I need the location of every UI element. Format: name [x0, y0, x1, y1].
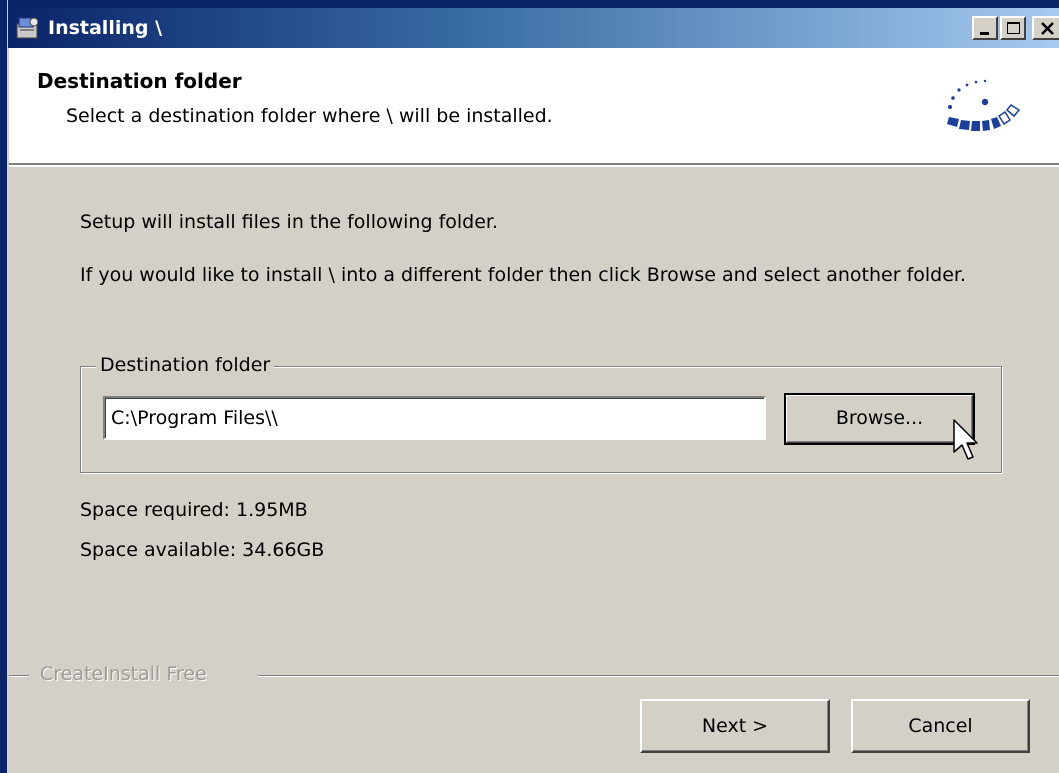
installer-icon	[14, 14, 42, 42]
browse-button[interactable]: Browse...	[784, 393, 975, 445]
window-top-border	[0, 0, 1059, 8]
page-subtitle: Select a destination folder where \ will…	[66, 105, 553, 127]
minimize-icon	[980, 32, 989, 35]
brand-label: CreateInstall Free	[40, 663, 207, 685]
brand-divider-left	[9, 675, 29, 677]
window-title: Installing \	[48, 17, 163, 39]
wizard-header: Destination folder Select a destination …	[9, 48, 1059, 165]
space-available-text: Space available: 34.66GB	[80, 539, 325, 561]
space-required-text: Space required: 1.95MB	[80, 499, 308, 521]
close-icon	[1041, 22, 1054, 35]
instructions-text: If you would like to install \ into a di…	[80, 264, 967, 286]
destination-path-input[interactable]	[103, 396, 766, 440]
page-title: Destination folder	[37, 69, 242, 93]
header-divider	[9, 165, 1059, 167]
title-bar[interactable]: Installing \	[8, 8, 1059, 48]
brand-divider-right	[258, 675, 1059, 677]
cancel-button[interactable]: Cancel	[851, 699, 1030, 753]
intro-text: Setup will install files in the followin…	[80, 211, 499, 233]
minimize-button[interactable]	[972, 16, 998, 40]
maximize-button[interactable]	[1000, 16, 1026, 40]
window-left-border	[0, 0, 8, 773]
installer-window: Installing \ Destination folder Select a…	[0, 0, 1059, 773]
createinstall-logo	[937, 72, 1037, 144]
destination-group-label: Destination folder	[96, 354, 275, 376]
next-button[interactable]: Next >	[640, 699, 830, 753]
close-button[interactable]	[1032, 16, 1059, 40]
maximize-icon	[1007, 22, 1020, 34]
